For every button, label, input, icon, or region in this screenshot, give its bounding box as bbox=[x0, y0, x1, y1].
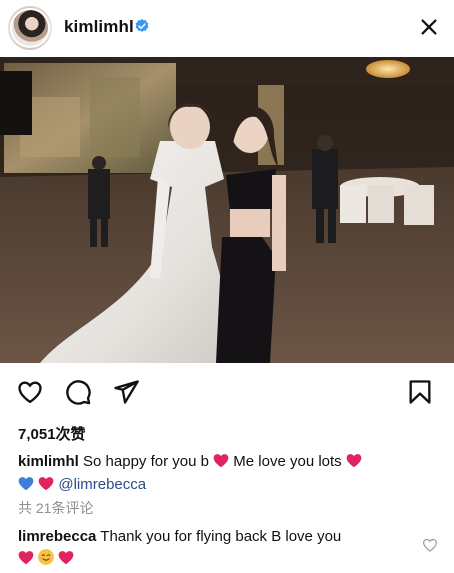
heart-outline-icon bbox=[18, 381, 42, 404]
comment-button[interactable] bbox=[64, 378, 92, 406]
post-actions bbox=[0, 370, 454, 414]
blue-heart-emoji-icon bbox=[18, 477, 34, 491]
save-button[interactable] bbox=[406, 378, 434, 406]
post-username[interactable]: kimlimhl bbox=[64, 17, 134, 37]
verified-badge-icon bbox=[135, 19, 149, 32]
caption-username[interactable]: kimlimhl bbox=[18, 453, 79, 470]
like-button[interactable] bbox=[16, 378, 44, 406]
post-caption: kimlimhl So happy for you b Me love you … bbox=[18, 450, 438, 496]
event-photo-image bbox=[0, 57, 454, 363]
avatar-image bbox=[10, 8, 50, 48]
likes-count[interactable]: 7,051次赞 bbox=[18, 423, 86, 444]
caption-mention-link[interactable]: @limrebecca bbox=[58, 476, 146, 493]
comment-text: Thank you for flying back B love you bbox=[100, 528, 342, 545]
close-icon[interactable] bbox=[418, 16, 440, 38]
caption-text-2: Me love you lots bbox=[233, 453, 342, 470]
send-icon bbox=[114, 380, 139, 404]
share-button[interactable] bbox=[112, 378, 140, 406]
red-heart-emoji-icon bbox=[346, 454, 362, 468]
smiling-face-emoji-icon bbox=[38, 549, 54, 565]
comment-like-heart-icon[interactable] bbox=[422, 537, 438, 553]
post-photo[interactable] bbox=[0, 57, 454, 363]
red-heart-emoji-icon bbox=[18, 550, 34, 564]
red-heart-emoji-icon bbox=[58, 550, 74, 564]
comment-icon bbox=[66, 380, 91, 405]
avatar[interactable] bbox=[8, 6, 52, 50]
comment-item: limrebecca Thank you for flying back B l… bbox=[18, 526, 418, 572]
bookmark-icon bbox=[409, 380, 431, 404]
red-heart-emoji-icon bbox=[38, 477, 54, 491]
comment-username[interactable]: limrebecca bbox=[18, 528, 96, 545]
comment-emojis bbox=[18, 548, 74, 566]
red-heart-emoji-icon bbox=[213, 454, 229, 468]
caption-text-1: So happy for you b bbox=[83, 453, 209, 470]
view-comments-link[interactable]: 共 21条评论 bbox=[18, 498, 93, 518]
post-header: kimlimhl bbox=[0, 0, 454, 56]
